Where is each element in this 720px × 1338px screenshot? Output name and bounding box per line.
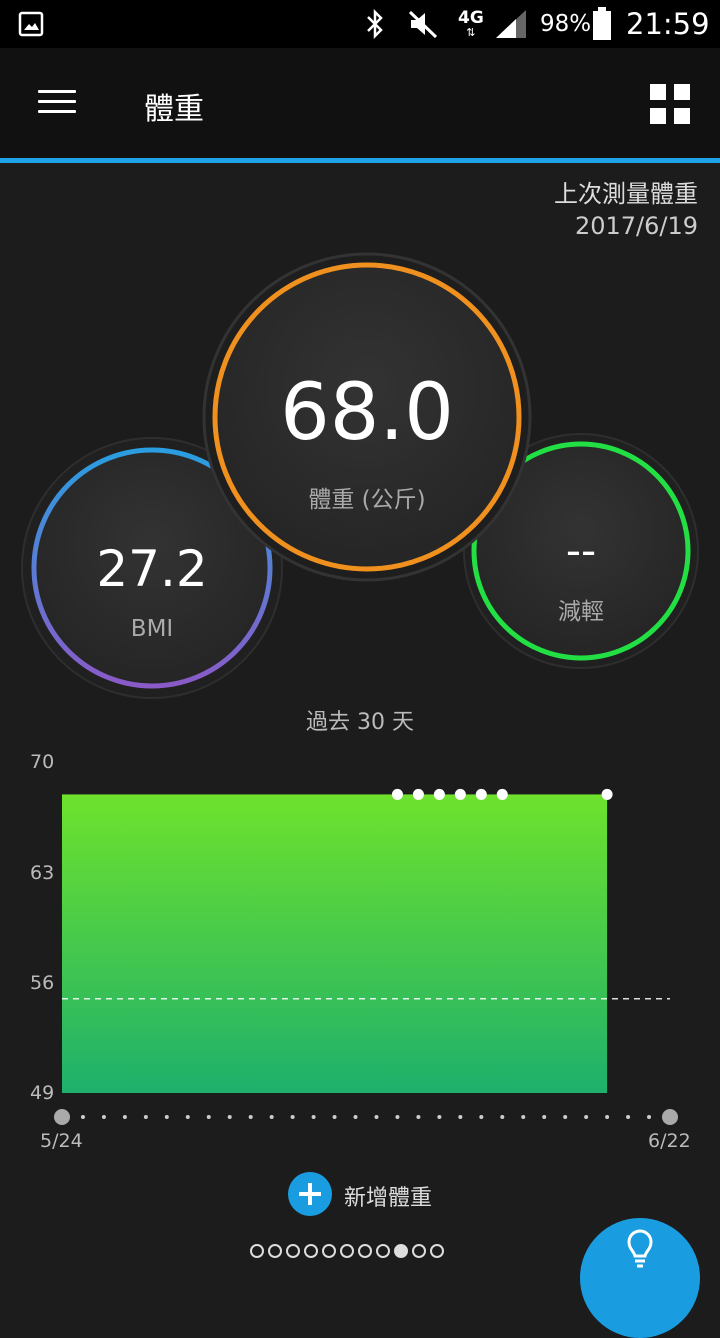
x-axis-day-dot xyxy=(248,1115,253,1119)
x-label-end: 6/22 xyxy=(648,1130,691,1152)
page-dot[interactable] xyxy=(412,1244,426,1258)
weight-area xyxy=(62,794,608,1093)
data-point xyxy=(433,788,445,800)
x-axis-day-dot xyxy=(542,1115,547,1119)
x-axis-day-dot xyxy=(227,1115,232,1119)
x-axis-day-dot xyxy=(269,1115,274,1119)
x-axis-day-dot xyxy=(311,1115,316,1119)
data-point xyxy=(391,788,403,800)
data-point xyxy=(475,788,487,800)
x-axis-day-dot xyxy=(374,1115,379,1119)
x-label-start: 5/24 xyxy=(40,1130,83,1152)
x-axis-day-dot xyxy=(521,1115,526,1119)
x-axis-day-dot xyxy=(479,1115,484,1119)
x-axis-day-dot xyxy=(80,1115,85,1119)
x-axis-day-dot xyxy=(206,1115,211,1119)
data-point xyxy=(496,788,508,800)
x-axis-day-dot xyxy=(458,1115,463,1119)
x-axis-day-dot xyxy=(122,1115,127,1119)
x-axis-day-dot xyxy=(437,1115,442,1119)
page-dot[interactable] xyxy=(394,1244,408,1258)
add-weight-button[interactable] xyxy=(288,1172,332,1216)
x-axis-day-dot xyxy=(332,1115,337,1119)
x-axis-day-dot xyxy=(164,1115,169,1119)
weight-chart xyxy=(54,788,678,1125)
data-point xyxy=(412,788,424,800)
page-indicator xyxy=(250,1244,444,1258)
x-axis-day-dot xyxy=(563,1115,568,1119)
page-dot[interactable] xyxy=(376,1244,390,1258)
x-axis-day-dot xyxy=(626,1115,631,1119)
x-axis-day-dot xyxy=(584,1115,589,1119)
x-axis-day-dot xyxy=(101,1115,106,1119)
x-axis-day-dot xyxy=(290,1115,295,1119)
page-dot[interactable] xyxy=(250,1244,264,1258)
x-axis-day-dot xyxy=(143,1115,148,1119)
page-dot[interactable] xyxy=(430,1244,444,1258)
tips-button[interactable] xyxy=(580,1218,700,1338)
page-dot[interactable] xyxy=(322,1244,336,1258)
x-axis-day-dot xyxy=(185,1115,190,1119)
add-weight-label[interactable]: 新增體重 xyxy=(344,1180,432,1212)
x-axis-endpoint xyxy=(54,1109,70,1125)
page-dot[interactable] xyxy=(358,1244,372,1258)
page-dot[interactable] xyxy=(268,1244,282,1258)
lightbulb-icon xyxy=(627,1229,653,1268)
page-dot[interactable] xyxy=(340,1244,354,1258)
data-point xyxy=(454,788,466,800)
x-axis-day-dot xyxy=(395,1115,400,1119)
data-point xyxy=(601,788,613,800)
x-axis-day-dot xyxy=(647,1115,652,1119)
page-dot[interactable] xyxy=(286,1244,300,1258)
x-axis-day-dot xyxy=(605,1115,610,1119)
x-axis-day-dot xyxy=(353,1115,358,1119)
x-axis-day-dot xyxy=(416,1115,421,1119)
x-axis-day-dot xyxy=(500,1115,505,1119)
page-dot[interactable] xyxy=(304,1244,318,1258)
x-axis-endpoint xyxy=(662,1109,678,1125)
